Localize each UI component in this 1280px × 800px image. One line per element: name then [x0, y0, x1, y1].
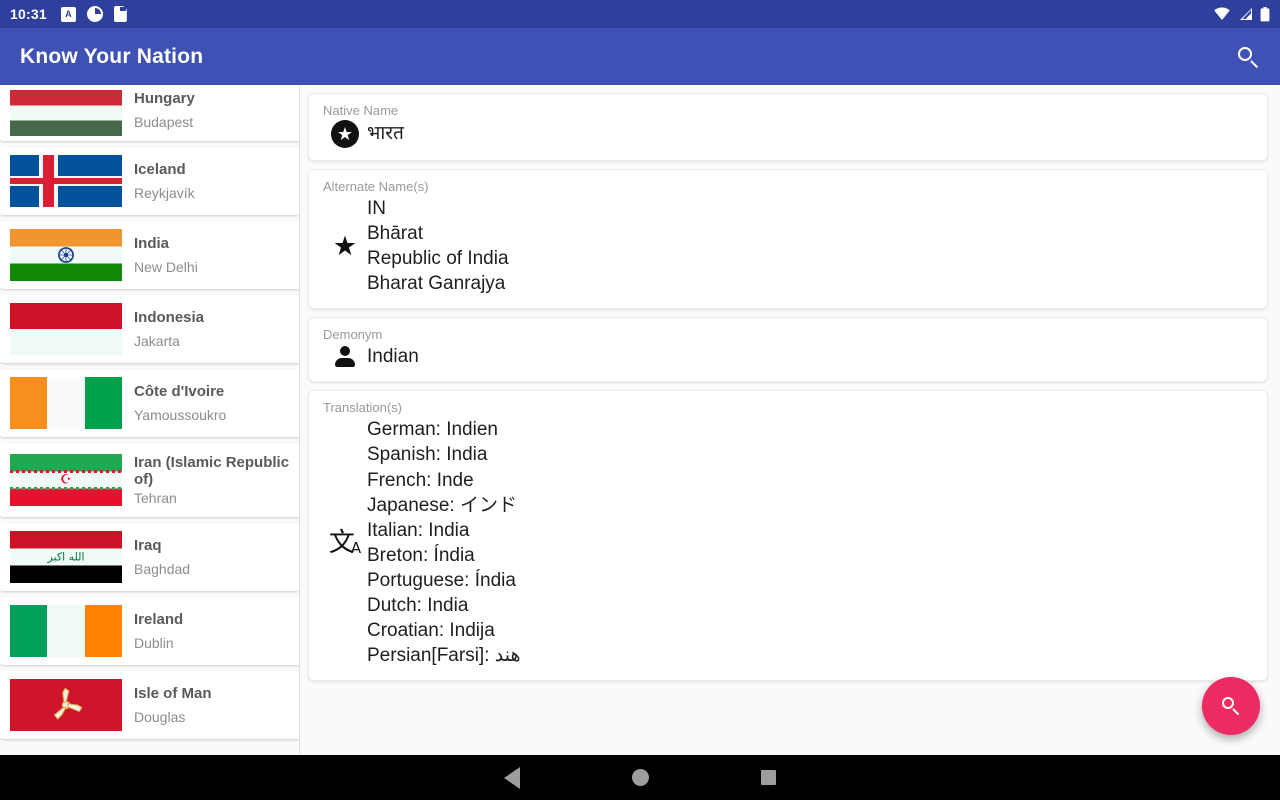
country-capital: New Delhi: [134, 258, 198, 275]
country-flag: [10, 85, 122, 136]
native-name-card: Native Name ★ भारत: [308, 93, 1268, 161]
detail-pane: Native Name ★ भारत Alternate Name(s) ★ I…: [300, 85, 1280, 755]
country-name: Isle of Man: [134, 684, 212, 702]
demonym-value: Indian: [367, 346, 419, 368]
country-text: India New Delhi: [134, 234, 299, 276]
country-name: Ireland: [134, 610, 184, 628]
country-flag: [10, 229, 122, 281]
nav-recents-button[interactable]: [704, 770, 832, 785]
search-icon: [1220, 695, 1242, 717]
country-text: Isle of Man Douglas: [134, 684, 299, 726]
demonym-label: Demonym: [323, 327, 383, 343]
page-title: Know Your Nation: [20, 44, 204, 68]
nav-back-button[interactable]: [448, 766, 576, 789]
country-list[interactable]: Hungary Budapest Iceland Reykjavík India New …: [0, 85, 300, 755]
status-clock: 10:31: [10, 6, 47, 22]
country-name: Iceland: [134, 160, 186, 178]
sd-card-icon: [113, 6, 127, 22]
status-left-icons: A: [60, 6, 127, 22]
country-capital: Douglas: [134, 708, 186, 725]
country-list-inner: Hungary Budapest Iceland Reykjavík India New …: [0, 85, 299, 745]
person-icon: [323, 345, 367, 369]
search-icon[interactable]: [1236, 45, 1260, 69]
list-item[interactable]: Ireland Dublin: [0, 597, 299, 665]
country-name: Côte d'Ivoire: [134, 382, 225, 400]
battery-icon: [1260, 6, 1270, 21]
app-bar: Know Your Nation: [0, 28, 1280, 85]
country-text: Indonesia Jakarta: [134, 308, 299, 350]
list-item[interactable]: Côte d'Ivoire Yamoussoukro: [0, 369, 299, 437]
country-text: Côte d'Ivoire Yamoussoukro: [134, 382, 299, 424]
recents-square-icon: [760, 770, 776, 785]
country-text: Iceland Reykjavík: [134, 160, 299, 202]
translations-row: 文A German: Indien Spanish: India French:…: [323, 417, 1253, 668]
country-capital: Reykjavík: [134, 184, 195, 201]
pie-clock-icon: [86, 6, 103, 22]
country-text: Hungary Budapest: [134, 89, 299, 131]
search-fab-button[interactable]: [1202, 677, 1260, 735]
country-name: Iran (Islamic Republic of): [134, 454, 290, 489]
list-item[interactable]: Iceland Reykjavík: [0, 147, 299, 215]
demonym-card: Demonym Indian: [308, 317, 1268, 383]
country-capital: Budapest: [134, 113, 194, 130]
country-capital: Yamoussoukro: [134, 406, 227, 423]
translations-card: Translation(s) 文A German: Indien Spanish…: [308, 390, 1268, 682]
alternate-names-value: IN Bhārat Republic of India Bharat Ganra…: [367, 198, 509, 295]
demonym-row: Indian: [323, 344, 1253, 369]
alternate-names-label: Alternate Name(s): [323, 179, 429, 194]
native-name-label: Native Name: [323, 103, 399, 118]
nav-home-button[interactable]: [576, 769, 704, 786]
country-name: Hungary: [134, 89, 195, 107]
content-area: Hungary Budapest Iceland Reykjavík India New …: [0, 85, 1280, 755]
country-text: Iraq Baghdad: [134, 536, 299, 578]
list-item[interactable]: Hungary Budapest: [0, 85, 299, 141]
country-flag: [10, 605, 122, 657]
translations-value: German: Indien Spanish: India French: In…: [367, 419, 521, 667]
native-name-value: भारत: [367, 123, 404, 145]
alternate-names-card: Alternate Name(s) ★ IN Bhārat Republic o…: [308, 169, 1268, 310]
translations-label: Translation(s): [323, 400, 402, 416]
list-item[interactable]: India New Delhi: [0, 221, 299, 289]
country-capital: Tehran: [134, 489, 177, 506]
android-nav-bar: [0, 755, 1280, 800]
country-capital: Jakarta: [134, 332, 180, 349]
country-text: Iran (Islamic Republic of) Tehran: [134, 454, 299, 506]
country-name: Indonesia: [134, 308, 205, 326]
country-flag: [10, 155, 122, 207]
country-capital: Dublin: [134, 634, 174, 651]
back-triangle-icon: [504, 766, 520, 789]
star-circle-icon: ★: [323, 120, 367, 148]
list-item[interactable]: Isle of Man Douglas: [0, 671, 299, 739]
list-item[interactable]: ☪ Iran (Islamic Republic of) Tehran: [0, 443, 299, 517]
country-capital: Baghdad: [134, 560, 191, 577]
app-root: 10:31 A Know Your Nation Hungary Budapes…: [0, 0, 1280, 800]
letter-a-badge-icon: A: [60, 6, 76, 22]
status-right-icons: [1213, 6, 1270, 22]
country-name: Iraq: [134, 536, 162, 554]
cell-signal-icon: [1240, 8, 1252, 20]
wifi-icon: [1214, 7, 1230, 20]
list-item[interactable]: الله اكبر Iraq Baghdad: [0, 523, 299, 591]
country-name: India: [134, 234, 170, 252]
country-text: Ireland Dublin: [134, 610, 299, 652]
list-item[interactable]: Indonesia Jakarta: [0, 295, 299, 363]
translate-icon: 文A: [328, 527, 362, 558]
country-flag: [10, 679, 122, 731]
country-flag: [10, 377, 122, 429]
country-flag: [10, 303, 122, 355]
country-flag: ☪: [10, 454, 122, 506]
home-circle-icon: [631, 769, 649, 786]
native-name-row: ★ भारत: [323, 120, 1253, 148]
country-flag: الله اكبر: [10, 531, 122, 583]
alternate-names-row: ★ IN Bhārat Republic of India Bharat Gan…: [323, 196, 1253, 296]
star-icon: ★: [332, 230, 358, 261]
status-bar: 10:31 A: [0, 0, 1280, 28]
